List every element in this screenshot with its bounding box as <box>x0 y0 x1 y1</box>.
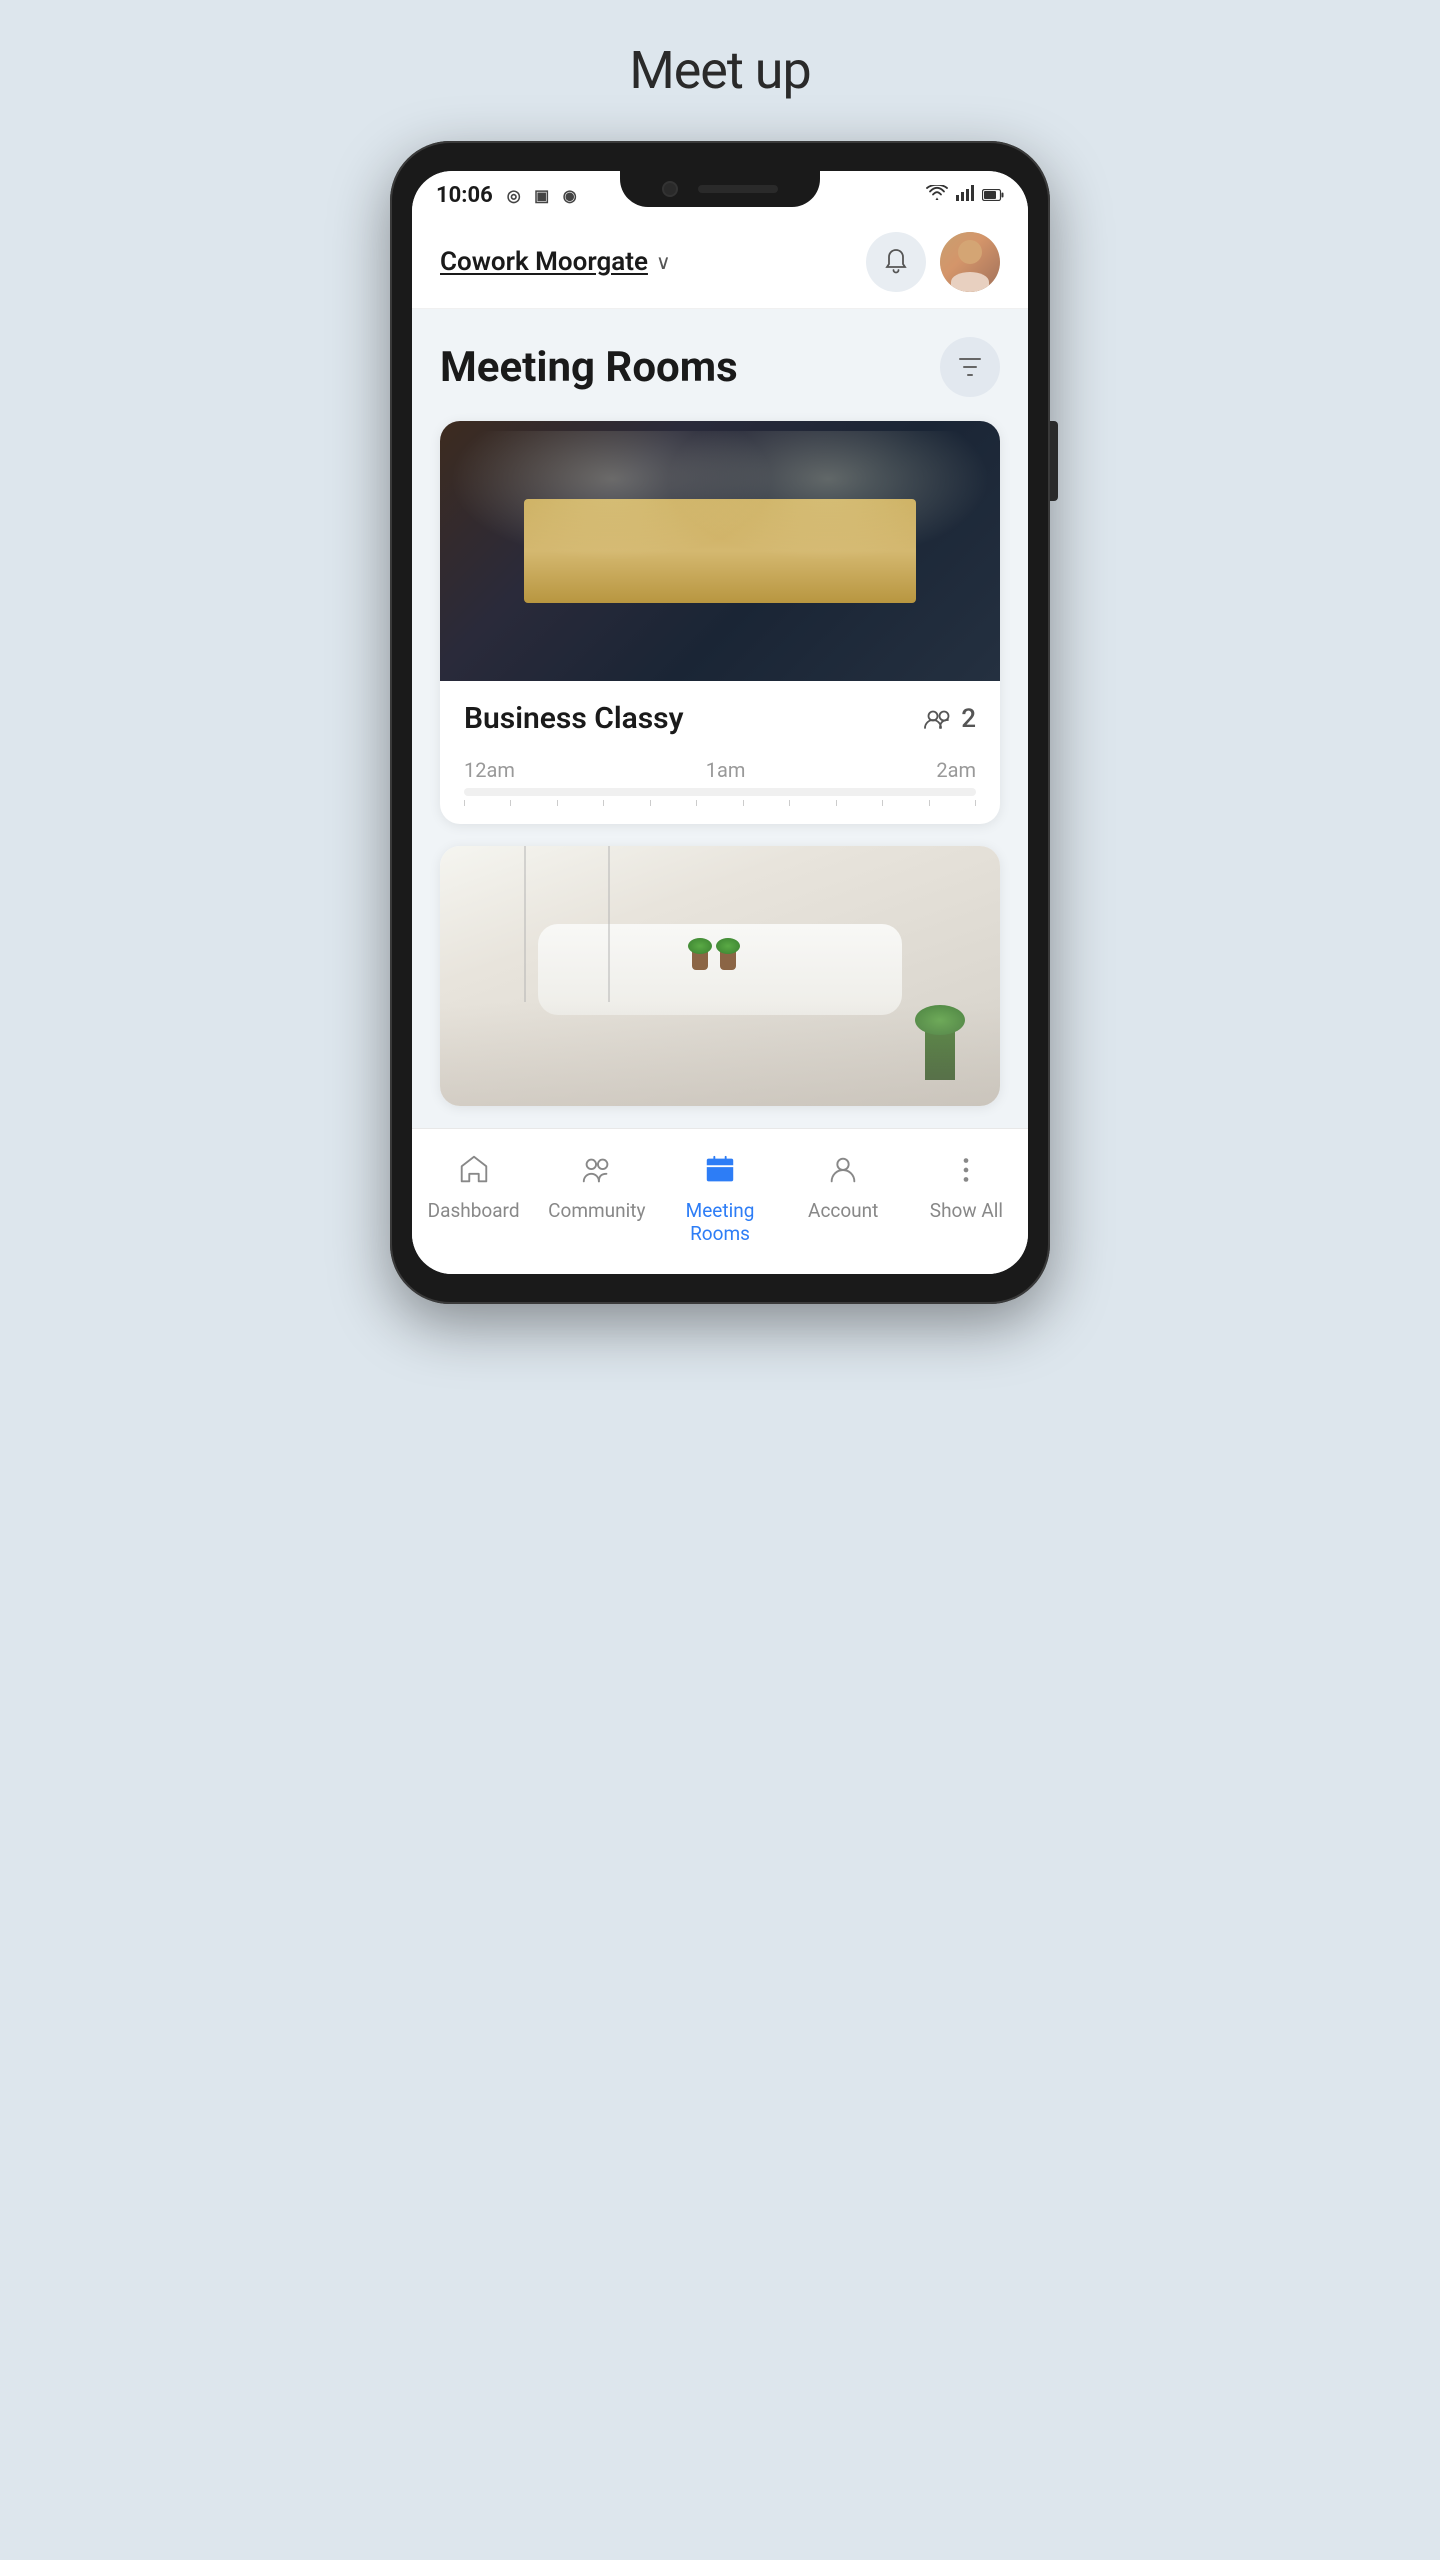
timeline-labels-1: 12am 1am 2am <box>464 758 976 782</box>
tick <box>882 800 883 806</box>
status-icon-2: ▣ <box>531 185 553 207</box>
capacity-number-1: 2 <box>961 704 976 734</box>
nav-item-show-all[interactable]: Show All <box>905 1145 1028 1254</box>
nav-item-account[interactable]: Account <box>782 1145 905 1254</box>
room-image-2 <box>440 846 1000 1106</box>
status-bar-right <box>926 185 1004 206</box>
nav-label-dashboard: Dashboard <box>428 1200 520 1223</box>
status-icon-1: ◎ <box>503 185 525 207</box>
location-text: Cowork Moorgate <box>440 247 648 277</box>
chevron-down-icon: ∨ <box>656 250 671 274</box>
speaker <box>698 185 778 193</box>
battery-icon <box>982 185 1004 206</box>
pot-2 <box>720 950 736 970</box>
time-label-1-mid: 1am <box>706 758 746 782</box>
nav-item-dashboard[interactable]: Dashboard <box>412 1145 535 1254</box>
nav-item-meeting-rooms[interactable]: MeetingRooms <box>658 1145 781 1254</box>
time-label-1-start: 12am <box>464 758 515 782</box>
tick <box>789 800 790 806</box>
tick <box>557 800 558 806</box>
tick <box>696 800 697 806</box>
section-header: Meeting Rooms <box>440 337 1000 397</box>
status-bar-left: 10:06 ◎ ▣ ◉ <box>436 183 581 208</box>
phone-frame: 10:06 ◎ ▣ ◉ <box>390 141 1050 1304</box>
room-capacity-1: 2 <box>923 704 976 734</box>
front-camera <box>662 181 678 197</box>
nav-label-community: Community <box>548 1200 645 1223</box>
plants-decoration <box>692 950 736 970</box>
app-header: Cowork Moorgate ∨ <box>412 216 1028 309</box>
room-name-row-1: Business Classy 2 <box>464 701 976 736</box>
dashboard-icon <box>457 1153 491 1192</box>
nav-label-account: Account <box>808 1200 878 1223</box>
pot-1 <box>692 950 708 970</box>
room-card-2[interactable] <box>440 846 1000 1106</box>
timeline-bar-1 <box>464 788 976 796</box>
phone-notch <box>620 171 820 207</box>
nav-label-show-all: Show All <box>930 1200 1003 1223</box>
tick <box>743 800 744 806</box>
room-card-1[interactable]: Business Classy 2 <box>440 421 1000 824</box>
location-selector[interactable]: Cowork Moorgate ∨ <box>440 247 671 277</box>
avatar-image <box>940 232 1000 292</box>
header-actions <box>866 232 1000 292</box>
main-content: Meeting Rooms Business Classy <box>412 309 1028 1106</box>
tick <box>929 800 930 806</box>
floor-plant <box>925 1020 955 1080</box>
show-all-icon <box>949 1153 983 1192</box>
tick <box>510 800 511 806</box>
room-image-1 <box>440 421 1000 681</box>
timeline-ticks-1 <box>464 800 976 806</box>
signal-icon <box>956 185 974 206</box>
status-icon-3: ◉ <box>559 185 581 207</box>
status-icons: ◎ ▣ ◉ <box>503 185 581 207</box>
nav-label-meeting-rooms: MeetingRooms <box>686 1200 755 1246</box>
app-title: Meet up <box>629 40 810 101</box>
community-icon <box>580 1153 614 1192</box>
window-lines <box>440 846 1000 1106</box>
phone-screen: 10:06 ◎ ▣ ◉ <box>412 171 1028 1274</box>
account-icon <box>826 1153 860 1192</box>
tick <box>650 800 651 806</box>
nav-item-community[interactable]: Community <box>535 1145 658 1254</box>
user-avatar[interactable] <box>940 232 1000 292</box>
bottom-nav: Dashboard Community <box>412 1128 1028 1274</box>
room-info-1: Business Classy 2 <box>440 681 1000 758</box>
section-title: Meeting Rooms <box>440 343 738 392</box>
time-label-1-end: 2am <box>936 758 976 782</box>
tick <box>836 800 837 806</box>
status-time: 10:06 <box>436 183 493 208</box>
filter-button[interactable] <box>940 337 1000 397</box>
room-name-1: Business Classy <box>464 701 683 736</box>
notification-button[interactable] <box>866 232 926 292</box>
timeline-1: 12am 1am 2am <box>440 758 1000 824</box>
tick <box>975 800 976 806</box>
tick <box>464 800 465 806</box>
tick <box>603 800 604 806</box>
meeting-rooms-icon <box>703 1153 737 1192</box>
wifi-icon <box>926 185 948 206</box>
